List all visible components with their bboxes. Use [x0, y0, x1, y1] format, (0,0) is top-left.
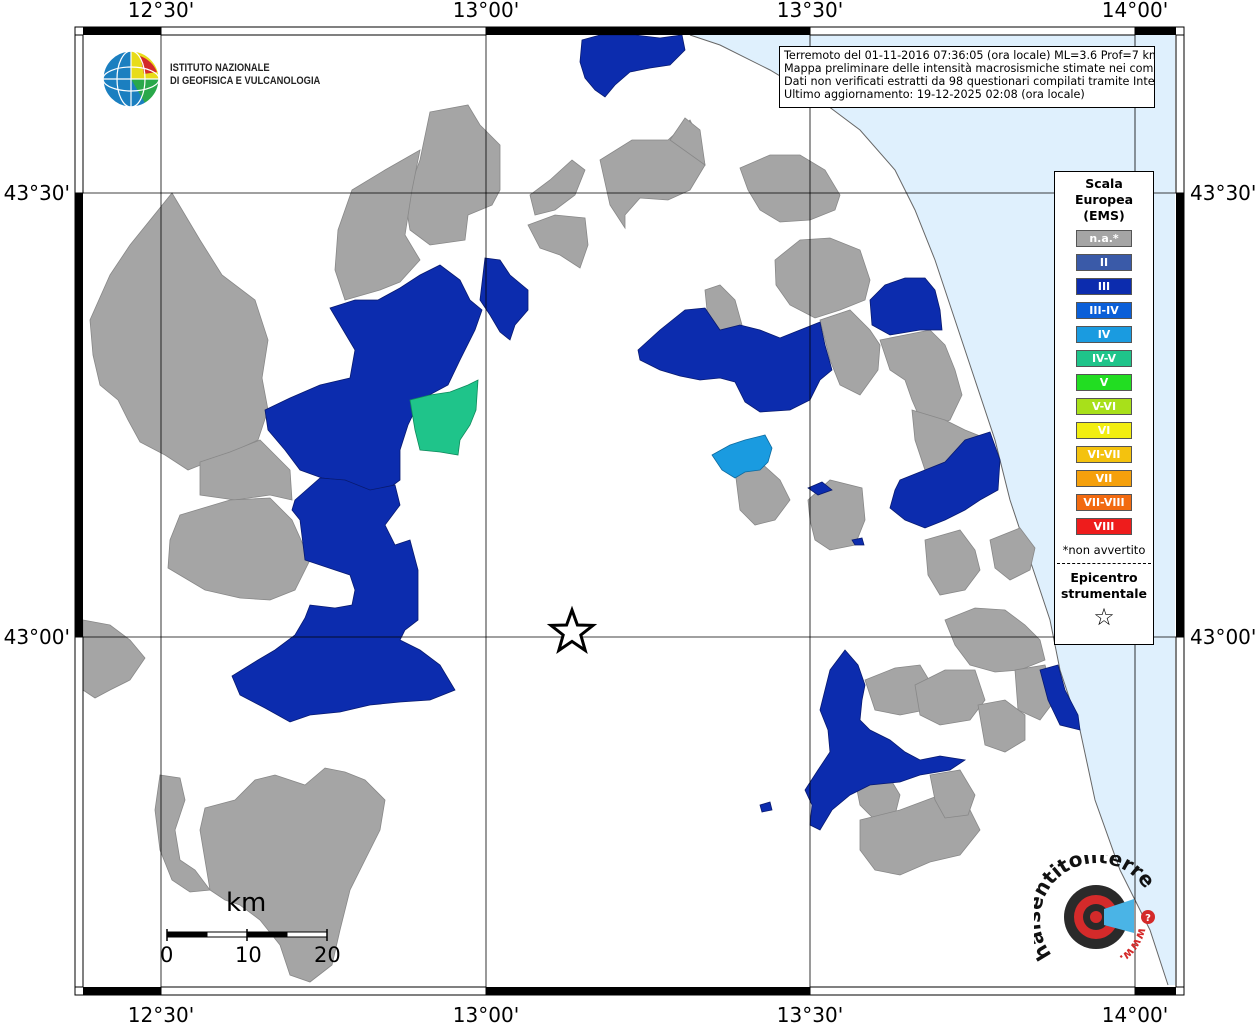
legend-swatch: VII	[1076, 470, 1132, 487]
ingv-name-line1: ISTITUTO NAZIONALE	[170, 62, 270, 74]
ingv-name: ISTITUTO NAZIONALE DI GEOFISICA E VULCAN…	[170, 62, 320, 88]
bottom-tick-label: 13°30'	[777, 1003, 843, 1024]
legend-swatch: III-IV	[1076, 302, 1132, 319]
globe-icon	[102, 50, 160, 108]
legend-title-line: Scala	[1085, 176, 1123, 191]
legend-title-line: (EMS)	[1083, 208, 1125, 223]
scale-tick-label: 10	[235, 943, 262, 967]
legend-title-line: Europea	[1074, 192, 1134, 207]
legend-swatch: IV-V	[1076, 350, 1132, 367]
ingv-name-line2: DI GEOFISICA E VULCANOLOGIA	[170, 75, 321, 87]
scale-unit: km	[226, 888, 267, 918]
legend-swatch: II	[1076, 254, 1132, 271]
legend-note: *non avvertito	[1062, 543, 1146, 557]
top-tick-label: 13°00'	[453, 0, 519, 22]
legend-swatch: V	[1076, 374, 1132, 391]
municipalities-not-felt	[82, 104, 1056, 983]
legend-swatches: n.a.* II III III-IV IV IV-V V V-VI VI VI-VII VII VI…	[1055, 230, 1153, 535]
bottom-tick-label: 12°30'	[128, 1003, 194, 1024]
legend-swatch: VI-VII	[1076, 446, 1132, 463]
legend-epicentre-label: Epicentro strumentale	[1055, 570, 1153, 602]
hsit-badge-icon: haisentitoilterremoto.it www. ?	[1021, 836, 1160, 966]
top-tick-label: 13°30'	[777, 0, 843, 22]
top-tick-label: 14°00'	[1102, 0, 1168, 22]
scale-tick-label: 0	[160, 943, 174, 967]
bottom-tick-label: 13°00'	[453, 1003, 519, 1024]
event-info-line: Ultimo aggiornamento: 19-12-2025 02:08 (…	[784, 88, 1085, 101]
legend-divider	[1057, 563, 1151, 564]
event-info-box: Terremoto del 01-11-2016 07:36:05 (ora l…	[779, 46, 1155, 108]
legend-star-icon: ☆	[1093, 603, 1115, 631]
left-tick-label: 43°00'	[4, 625, 70, 649]
event-info-line: Terremoto del 01-11-2016 07:36:05 (ora l…	[784, 49, 1155, 62]
legend-epicentre-line: strumentale	[1060, 586, 1148, 601]
legend-swatch: n.a.*	[1076, 230, 1132, 247]
legend-swatch: VIII	[1076, 518, 1132, 535]
right-tick-label: 43°30'	[1190, 181, 1256, 205]
svg-text:?: ?	[1145, 913, 1151, 924]
legend-swatch: IV	[1076, 326, 1132, 343]
right-tick-label: 43°00'	[1190, 625, 1256, 649]
intensity-legend: Scala Europea (EMS) n.a.* II III III-IV IV IV…	[1054, 171, 1154, 645]
top-tick-label: 12°30'	[128, 0, 194, 22]
bottom-tick-label: 14°00'	[1102, 1003, 1168, 1024]
left-tick-label: 43°30'	[4, 181, 70, 205]
hsit-logo: haisentitoilterremoto.it www. ?	[1021, 836, 1166, 981]
scale-tick-label: 20	[314, 943, 341, 967]
legend-swatch: III	[1076, 278, 1132, 295]
legend-epicentre-line: Epicentro	[1070, 570, 1138, 585]
legend-swatch: V-VI	[1076, 398, 1132, 415]
legend-swatch: VII-VIII	[1076, 494, 1132, 511]
epicentre-star-icon	[546, 605, 598, 654]
event-info-line: Dati non verificati estratti da 98 quest…	[784, 75, 1155, 88]
legend-swatch: VI	[1076, 422, 1132, 439]
event-info-line: Mappa preliminare delle intensità macros…	[784, 62, 1155, 75]
ingv-logo: ISTITUTO NAZIONALE DI GEOFISICA E VULCAN…	[100, 48, 320, 114]
legend-title: Scala Europea (EMS)	[1055, 176, 1153, 224]
